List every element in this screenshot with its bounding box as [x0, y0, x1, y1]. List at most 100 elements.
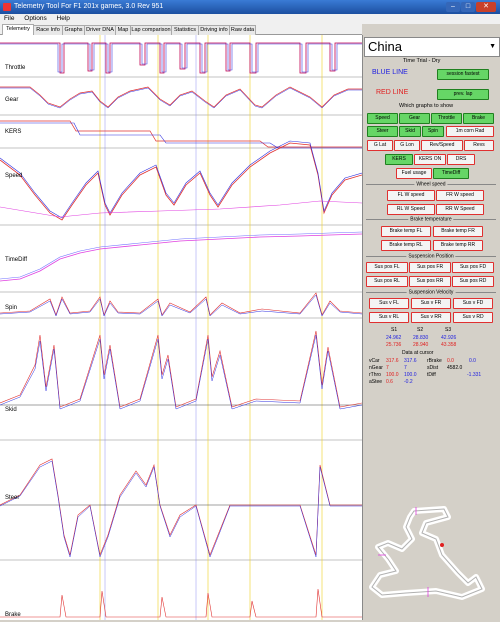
- cursor-label: rThro: [369, 372, 381, 378]
- track-map[interactable]: [366, 505, 494, 605]
- skid-button[interactable]: Skid: [399, 126, 421, 137]
- menu-file[interactable]: File: [4, 15, 14, 22]
- steer-button[interactable]: Steer: [367, 126, 398, 137]
- blue-sector-3: 42.926: [441, 335, 457, 341]
- tab-strip: Telemetry Race Info Graphs Driver DNA Ma…: [0, 24, 362, 35]
- window-title: Telemetry Tool For F1 201x games, 3.0 Re…: [14, 3, 164, 10]
- sus-pos-fr-button[interactable]: Sus pos FR: [409, 262, 451, 273]
- session-fastest-button[interactable]: session fastest: [437, 69, 489, 80]
- sus-pos-rd-button[interactable]: Sus pos RD: [452, 276, 494, 287]
- cursor-label: rBrake: [427, 358, 442, 364]
- revs-button[interactable]: Revs: [464, 140, 494, 151]
- sus-v-fr-button[interactable]: Sus v FR: [411, 298, 451, 309]
- spin-button[interactable]: Spin: [422, 126, 444, 137]
- kers-button[interactable]: KERS: [385, 154, 413, 165]
- cursor-label: aStee: [369, 379, 383, 385]
- throttle-button[interactable]: Throttle: [431, 113, 462, 124]
- cursor-label: sDist: [427, 365, 439, 371]
- g-lat-button[interactable]: G Lat: [367, 140, 393, 151]
- sus-v-rl-button[interactable]: Sus v RL: [369, 312, 409, 323]
- which-graphs-label: Which graphs to show: [399, 103, 454, 109]
- brake-temp-rl-button[interactable]: Brake temp RL: [381, 240, 431, 251]
- track-select[interactable]: China ▼: [364, 37, 500, 57]
- cursor-value-blue: 317.6: [404, 358, 417, 364]
- sus-pos-rl-button[interactable]: Sus pos RL: [366, 276, 408, 287]
- sector-3-header: S3: [445, 327, 452, 333]
- cursor-value-red: 7: [386, 365, 389, 371]
- tab-driver-dna[interactable]: Driver DNA: [84, 25, 116, 35]
- cursor-label: nGear: [369, 365, 383, 371]
- suspension-velocity-header: Suspension Velocity: [366, 289, 496, 296]
- session-info: Time Trial - Dry: [403, 58, 441, 64]
- graph-label-brake: Brake: [5, 612, 21, 618]
- rl-wheel-speed-button[interactable]: RL W Speed: [387, 204, 435, 215]
- cursor-value: 4582.0: [447, 365, 463, 371]
- brake-temp-rr-button[interactable]: Brake temp RR: [433, 240, 483, 251]
- graph-label-kers: KERS: [5, 129, 22, 135]
- sus-pos-fl-button[interactable]: Sus pos FL: [366, 262, 408, 273]
- sus-v-fl-button[interactable]: Sus v FL: [369, 298, 409, 309]
- graph-label-skid: Skid: [5, 407, 17, 413]
- brake-button[interactable]: Brake: [463, 113, 494, 124]
- graph-label-throttle: Throttle: [5, 65, 26, 71]
- data-at-cursor-title: Data at cursor: [402, 350, 434, 356]
- rr-wheel-speed-button[interactable]: RR W Speed: [436, 204, 484, 215]
- sector-1-header: S1: [391, 327, 398, 333]
- cursor-value-blue: -1.331: [467, 372, 482, 378]
- tab-lap-comparison[interactable]: Lap comparison: [130, 25, 172, 35]
- telemetry-plot[interactable]: [0, 35, 363, 620]
- tab-telemetry[interactable]: Telemetry: [2, 24, 34, 35]
- fuel-usage-button[interactable]: Fuel usage: [396, 168, 432, 179]
- timediff-button[interactable]: TimeDiff: [433, 168, 469, 179]
- cursor-value-red: 0.0: [447, 358, 454, 364]
- sus-v-rd-button[interactable]: Sus v RD: [453, 312, 493, 323]
- minimize-button[interactable]: –: [446, 2, 460, 12]
- tab-map[interactable]: Map: [115, 25, 131, 35]
- sus-pos-rr-button[interactable]: Sus pos RR: [409, 276, 451, 287]
- sector-2-header: S2: [417, 327, 424, 333]
- brake-temp-fl-button[interactable]: Brake temp FL: [381, 226, 431, 237]
- drs-button[interactable]: DRS: [447, 154, 475, 165]
- maximize-button[interactable]: □: [461, 2, 475, 12]
- red-sector-3: 43.358: [441, 342, 457, 348]
- corner-radius-button[interactable]: 1m corn Rad: [446, 126, 494, 137]
- tab-statistics[interactable]: Statistics: [171, 25, 199, 35]
- brake-temp-header: Brake temperature: [366, 216, 496, 223]
- sus-v-fd-button[interactable]: Sus v FD: [453, 298, 493, 309]
- suspension-position-header: Suspension Position: [366, 253, 496, 260]
- app-icon: [3, 3, 11, 11]
- fl-wheel-speed-button[interactable]: FL W speed: [387, 190, 435, 201]
- sus-v-rr-button[interactable]: Sus v RR: [411, 312, 451, 323]
- menu-options[interactable]: Options: [24, 15, 46, 22]
- rev-speed-button[interactable]: Rev/Speed: [421, 140, 463, 151]
- close-button[interactable]: ✕: [476, 2, 496, 12]
- cursor-value-blue: 0.0: [469, 358, 476, 364]
- prev-lap-button[interactable]: prev. lap: [437, 89, 489, 100]
- brake-temp-fr-button[interactable]: Brake temp FR: [433, 226, 483, 237]
- cursor-label: tDiff: [427, 372, 436, 378]
- tab-driving-info[interactable]: Driving info: [198, 25, 230, 35]
- tab-race-info[interactable]: Race Info: [33, 25, 63, 35]
- menu-help[interactable]: Help: [57, 15, 70, 22]
- blue-line-label: BLUE LINE: [372, 69, 408, 76]
- cursor-value-red: 317.6: [386, 358, 399, 364]
- speed-button[interactable]: Speed: [367, 113, 398, 124]
- car-position-marker: [440, 543, 444, 547]
- wheel-speed-header: Wheel speed: [366, 181, 496, 188]
- cursor-value-blue: -0.2: [404, 379, 413, 385]
- fr-wheel-speed-button[interactable]: FR W speed: [436, 190, 484, 201]
- kers-on-button[interactable]: KERS ON: [414, 154, 446, 165]
- gear-button[interactable]: Gear: [399, 113, 430, 124]
- cursor-value-blue: 7: [404, 365, 407, 371]
- red-sector-2: 28.940: [413, 342, 429, 348]
- tab-raw-data[interactable]: Raw data: [229, 25, 256, 35]
- sus-pos-fd-button[interactable]: Sus pos FD: [452, 262, 494, 273]
- graph-label-gear: Gear: [5, 97, 19, 103]
- track-name: China: [368, 39, 402, 54]
- telemetry-graphs[interactable]: Throttle Gear KERS Speed TimeDiff Spin S…: [0, 35, 363, 620]
- title-bar: Telemetry Tool For F1 201x games, 3.0 Re…: [0, 0, 500, 14]
- graph-label-speed: Speed: [5, 173, 23, 179]
- blue-sector-1: 24.962: [386, 335, 402, 341]
- tab-graphs[interactable]: Graphs: [62, 25, 85, 35]
- g-lon-button[interactable]: G Lon: [394, 140, 420, 151]
